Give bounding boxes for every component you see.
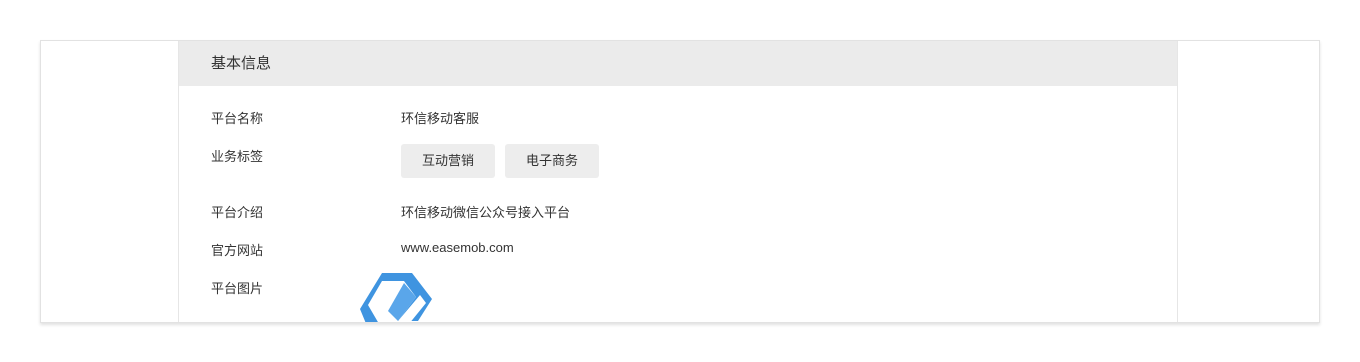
tag-e-commerce[interactable]: 电子商务	[505, 144, 600, 178]
section-title: 基本信息	[179, 41, 1177, 86]
platform-intro-value: 环信移动微信公众号接入平台	[401, 205, 571, 220]
info-card: 基本信息 平台名称 环信移动客服 业务标签 互动营销 电子商务 平台介绍 环信移…	[40, 40, 1320, 323]
basic-info-panel: 基本信息 平台名称 环信移动客服 业务标签 互动营销 电子商务 平台介绍 环信移…	[178, 41, 1178, 322]
website-label: 官方网站	[211, 243, 264, 258]
easemob-logo-icon	[360, 273, 450, 322]
tag-interactive-marketing[interactable]: 互动营销	[401, 144, 496, 178]
business-tags-list: 互动营销 电子商务	[401, 144, 600, 178]
platform-image-label: 平台图片	[211, 281, 264, 296]
platform-intro-label: 平台介绍	[211, 205, 264, 220]
website-value: www.easemob.com	[401, 240, 514, 255]
platform-name-value: 环信移动客服	[401, 111, 480, 126]
business-tags-label: 业务标签	[211, 149, 264, 164]
platform-name-label: 平台名称	[211, 111, 264, 126]
